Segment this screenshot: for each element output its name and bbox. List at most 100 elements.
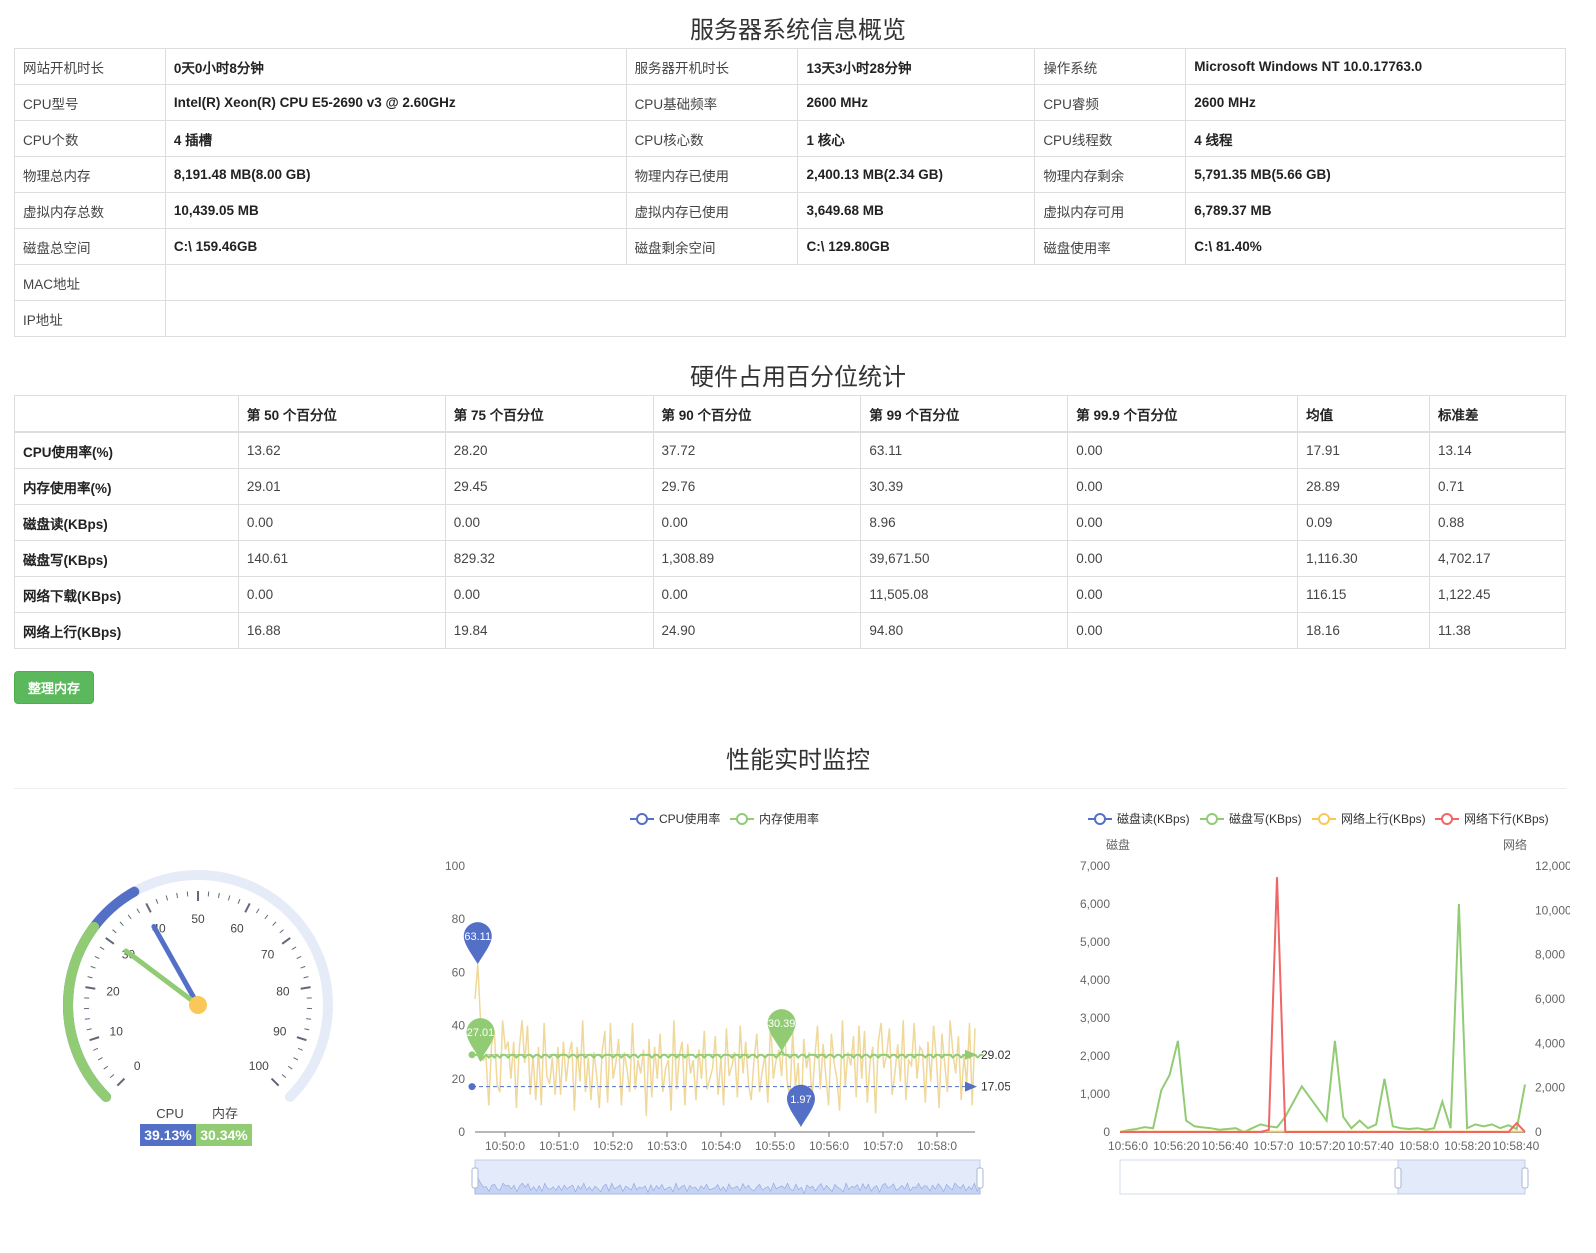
- mark-line-start: [468, 1083, 476, 1091]
- y-tick-label: 0: [458, 1125, 465, 1139]
- row-label: 磁盘写(KBps): [14, 540, 239, 577]
- table-row: 磁盘读(KBps) 0.00 0.00 0.00 8.96 0.00 0.09 0.88: [14, 504, 1566, 541]
- gauge-chart: 0102030405060708090100CPU内存39.13%30.34%: [63, 870, 333, 1146]
- cell-value: 0.00: [1067, 468, 1299, 505]
- table-row: 网络下载(KBps) 0.00 0.00 0.00 11,505.08 0.00 116.1…: [14, 576, 1566, 613]
- x-tick-label: 10:56:0: [809, 1139, 849, 1153]
- info-value: 5,791.35 MB(5.66 GB): [1185, 156, 1566, 193]
- gauge-series-name: 内存: [212, 1106, 238, 1121]
- y-tick-label: 100: [445, 859, 465, 873]
- x-tick-label: 10:56:20: [1153, 1139, 1200, 1153]
- cell-value: 0.00: [1067, 540, 1299, 577]
- info-value: Microsoft Windows NT 10.0.17763.0: [1185, 48, 1566, 85]
- gauge-tick: [244, 902, 251, 913]
- gauge-tick-label: 60: [230, 921, 244, 935]
- overview-title: 服务器系统信息概览: [690, 17, 906, 44]
- info-label: 磁盘总空间: [14, 228, 166, 265]
- info-value: 13天3小时28分钟: [797, 48, 1036, 85]
- cpu-min-pin-label: 1.97: [790, 1094, 811, 1106]
- info-label: MAC地址: [14, 264, 166, 301]
- cell-value: 63.11: [860, 431, 1069, 469]
- gauge-tick: [270, 1077, 280, 1087]
- info-value: Intel(R) Xeon(R) CPU E5-2690 v3 @ 2.60GH…: [164, 84, 627, 121]
- info-label: 服务器开机时长: [625, 48, 799, 85]
- info-value: 2600 MHz: [797, 84, 1036, 121]
- gauge-tick: [89, 1036, 100, 1042]
- series-line: [1119, 903, 1526, 1134]
- memory-min-pin-label: 27.01: [467, 1027, 495, 1039]
- gauge-tick: [303, 976, 309, 979]
- cell-value: 11,505.08: [860, 576, 1069, 613]
- gauge-tick: [84, 1018, 90, 1020]
- info-value: 2,400.13 MB(2.34 GB): [797, 156, 1036, 193]
- right-axis-name: 网络: [1503, 837, 1527, 852]
- info-label: CPU睿频: [1034, 84, 1187, 121]
- cell-value: 116.15: [1297, 576, 1431, 613]
- info-row: 虚拟内存总数 10,439.05 MB 虚拟内存已使用 3,649.68 MB 虚拟内存…: [14, 192, 1566, 229]
- legend-marker: [1441, 813, 1453, 825]
- info-row: 物理总内存 8,191.48 MB(8.00 GB) 物理内存已使用 2,400.13…: [14, 156, 1566, 193]
- cell-value: 28.89: [1297, 468, 1431, 505]
- cell-value: 0.00: [1067, 612, 1299, 649]
- cell-value: 0.00: [1067, 504, 1299, 541]
- percentile-header: 第 99 个百分位: [860, 395, 1069, 433]
- gauge-series-name: CPU: [156, 1106, 183, 1121]
- datazoom-handle-left: [471, 1167, 479, 1189]
- row-label: 内存使用率(%): [14, 468, 239, 505]
- cell-value: 29.01: [237, 468, 446, 505]
- y-tick-label: 60: [452, 965, 466, 979]
- gauge-tick: [85, 986, 96, 990]
- info-value: [164, 264, 1567, 301]
- gauge-tick: [112, 929, 117, 934]
- cell-value: 13.14: [1429, 431, 1566, 469]
- info-row: IP地址: [14, 300, 1567, 337]
- datazoom-window: [1397, 1159, 1526, 1195]
- percentile-header: 第 75 个百分位: [444, 395, 654, 433]
- gauge-tick: [105, 937, 115, 945]
- legend-label: 磁盘写(KBps): [1229, 811, 1302, 826]
- cell-value: 0.00: [444, 504, 654, 541]
- info-label: 操作系统: [1034, 48, 1187, 85]
- gauge-tick: [87, 976, 93, 979]
- gauge-pointer-memory: [123, 948, 201, 1008]
- info-value: 2600 MHz: [1185, 84, 1566, 121]
- clean-memory-button[interactable]: 整理内存: [14, 671, 94, 704]
- row-label: 网络下载(KBps): [14, 576, 239, 613]
- cpu-series-line: [474, 964, 976, 1127]
- gauge-tick: [296, 956, 302, 960]
- cell-value: 19.84: [444, 612, 654, 649]
- gauge-tick: [272, 921, 277, 926]
- x-tick-label: 10:58:40: [1493, 1139, 1540, 1153]
- cell-value: 29.45: [444, 468, 654, 505]
- gauge-tick-label: 0: [134, 1059, 141, 1073]
- x-tick-label: 10:55:0: [755, 1139, 795, 1153]
- info-value: 0天0小时8分钟: [164, 48, 627, 85]
- info-label: 磁盘使用率: [1034, 228, 1187, 265]
- left-y-tick-label: 4,000: [1080, 973, 1110, 987]
- gauge-tick-label: 70: [261, 947, 275, 961]
- cell-value: 0.00: [652, 576, 862, 613]
- info-value: 1 核心: [797, 120, 1036, 157]
- cell-value: 1,308.89: [652, 540, 862, 577]
- info-row: CPU个数 4 插槽 CPU核心数 1 核心 CPU线程数 4 线程: [14, 120, 1566, 157]
- x-tick-label: 10:58:0: [1399, 1139, 1439, 1153]
- info-value: C:\ 129.80GB: [797, 228, 1036, 265]
- cell-value: 0.00: [1067, 431, 1299, 469]
- gauge-tick-label: 80: [276, 985, 290, 999]
- info-row: MAC地址: [14, 264, 1567, 301]
- gauge-tick: [99, 946, 105, 950]
- gauge-value-label: 30.34%: [200, 1127, 248, 1143]
- info-value: 6,789.37 MB: [1185, 192, 1566, 229]
- cell-value: 16.88: [237, 612, 446, 649]
- gauge-tick: [97, 1057, 103, 1061]
- info-label: 虚拟内存可用: [1034, 192, 1187, 229]
- cell-value: 17.91: [1297, 431, 1431, 469]
- gauge-tick: [304, 1028, 310, 1031]
- info-row: 磁盘总空间 C:\ 159.46GB 磁盘剩余空间 C:\ 129.80GB 磁盘使用率…: [14, 228, 1566, 265]
- cell-value: 0.00: [1067, 576, 1299, 613]
- info-label: 物理内存已使用: [625, 156, 799, 193]
- info-label: CPU基础频率: [625, 84, 799, 121]
- gauge-tick: [281, 1074, 287, 1079]
- right-y-tick-label: 0: [1535, 1125, 1542, 1139]
- memory-max-pin-label: 30.39: [768, 1018, 796, 1030]
